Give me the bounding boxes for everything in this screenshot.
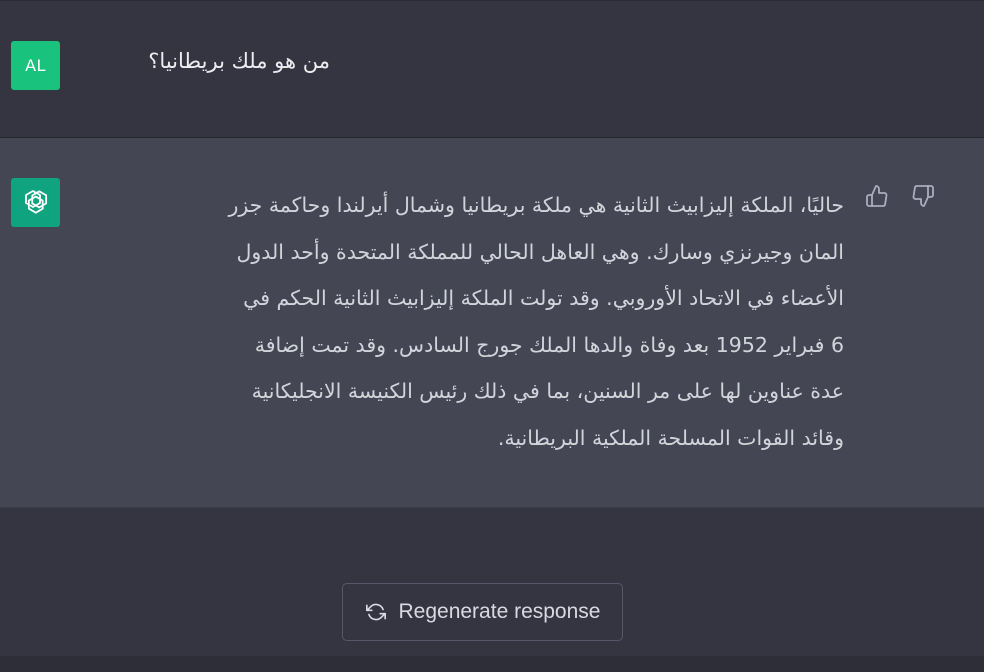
- regenerate-response-button[interactable]: Regenerate response: [342, 583, 623, 641]
- assistant-message-text: حاليًا، الملكة إليزابيث الثانية هي ملكة …: [92, 182, 844, 461]
- openai-logo-icon: [21, 186, 51, 220]
- assistant-message-row: حاليًا، الملكة إليزابيث الثانية هي ملكة …: [0, 138, 984, 508]
- answer-line: حاليًا، الملكة إليزابيث الثانية هي ملكة …: [228, 193, 844, 217]
- answer-line: الأعضاء في الاتحاد الأوروبي. وقد تولت ال…: [243, 286, 844, 310]
- thumbs-down-button[interactable]: [908, 183, 938, 213]
- user-message-row: AL من هو ملك بريطانيا؟: [0, 1, 984, 138]
- regenerate-button-label: Regenerate response: [398, 600, 601, 623]
- user-avatar: AL: [11, 41, 60, 90]
- refresh-icon: [365, 601, 387, 623]
- bottom-input-area: [0, 656, 984, 672]
- answer-line: المان وجيرنزي وسارك. وهي العاهل الحالي ل…: [236, 239, 844, 264]
- thumbs-up-button[interactable]: [862, 183, 892, 213]
- answer-line: 6 فبراير 1952 بعد وفاة والدها الملك جورج…: [254, 332, 844, 357]
- answer-line: وقائد القوات المسلحة الملكية البريطانية.: [497, 425, 844, 450]
- user-avatar-initials: AL: [25, 56, 46, 75]
- answer-line: عدة عناوين لها على مر السنين، بما في ذلك…: [251, 379, 844, 403]
- assistant-avatar: [11, 178, 60, 227]
- user-message-text: من هو ملك بريطانيا؟: [148, 49, 330, 73]
- thumbs-down-icon: [911, 184, 935, 212]
- thumbs-up-icon: [865, 184, 889, 212]
